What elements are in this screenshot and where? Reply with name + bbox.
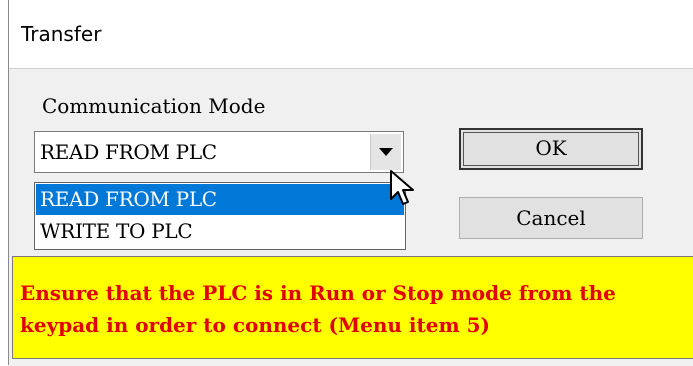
- communication-mode-label: Communication Mode: [42, 94, 266, 118]
- warning-message: Ensure that the PLC is in Run or Stop mo…: [20, 281, 616, 337]
- option-write-to-plc[interactable]: WRITE TO PLC: [36, 216, 404, 247]
- window-title: Transfer: [21, 22, 102, 46]
- mouse-pointer-icon: [390, 170, 414, 205]
- transfer-dialog: Transfer Communication Mode READ FROM PL…: [8, 0, 693, 366]
- dialog-body: Communication Mode READ FROM PLC READ FR…: [9, 68, 693, 366]
- combobox-selected-value: READ FROM PLC: [40, 140, 217, 164]
- cancel-button[interactable]: Cancel: [459, 197, 643, 239]
- combobox-dropdown-button[interactable]: [370, 134, 401, 170]
- warning-banner: Ensure that the PLC is in Run or Stop mo…: [12, 256, 693, 359]
- option-read-from-plc[interactable]: READ FROM PLC: [36, 184, 404, 215]
- ok-button[interactable]: OK: [459, 128, 643, 170]
- chevron-down-icon: [379, 148, 393, 156]
- ok-button-label: OK: [535, 136, 567, 160]
- combobox-dropdown-list: READ FROM PLC WRITE TO PLC: [34, 182, 406, 250]
- communication-mode-combobox[interactable]: READ FROM PLC: [34, 131, 404, 173]
- title-bar[interactable]: Transfer: [9, 0, 693, 68]
